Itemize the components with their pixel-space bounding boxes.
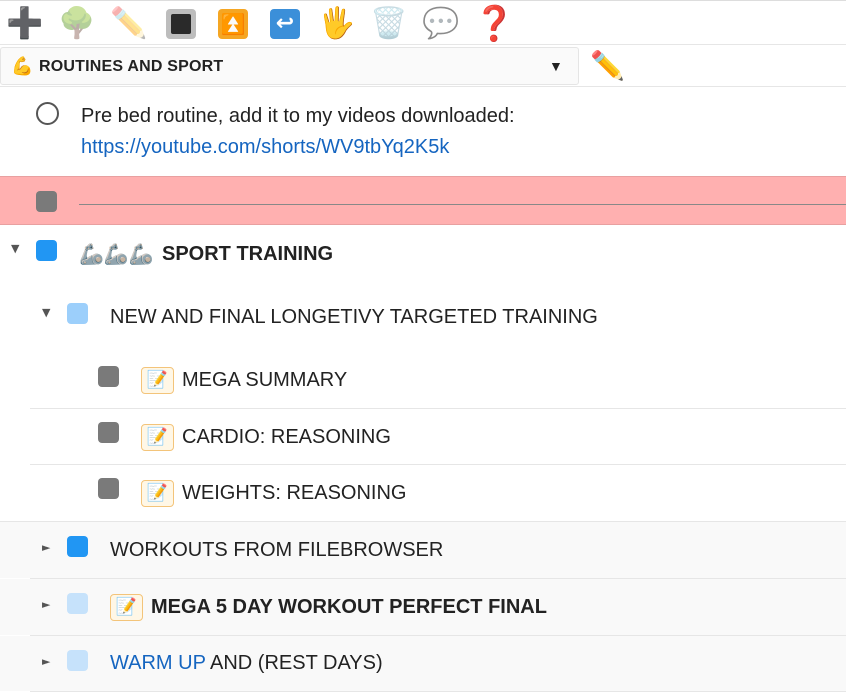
list-item-longevity-training[interactable]: ▼ NEW AND FINAL LONGETIVY TARGETED TRAIN… <box>0 282 846 345</box>
list-item-warm-up[interactable]: ► WARM UP AND (REST DAYS) <box>0 636 846 691</box>
chevron-down-icon: ▼ <box>549 58 563 74</box>
item-checkbox[interactable] <box>36 102 59 125</box>
pencil-icon[interactable]: ✏️ <box>110 5 148 43</box>
list-item-pre-bed-routine[interactable]: Pre bed routine, add it to my videos dow… <box>0 88 846 176</box>
list-selector-label: ROUTINES AND SPORT <box>39 58 224 75</box>
divider <box>30 691 846 692</box>
youtube-link[interactable]: https://youtube.com/shorts/WV9tbYq2K5k <box>81 136 449 159</box>
comment-icon[interactable]: 💬 <box>422 5 460 43</box>
edit-list-pencil-icon[interactable]: ✏️ <box>590 49 625 82</box>
item-checkbox[interactable] <box>67 303 88 324</box>
trash-icon[interactable]: 🗑️ <box>370 5 408 43</box>
item-text: MEGA SUMMARY <box>182 369 348 391</box>
item-text-rest: AND (REST DAYS) <box>205 652 383 674</box>
expand-toggle-icon[interactable]: ► <box>42 541 50 554</box>
item-text: MEGA 5 DAY WORKOUT PERFECT FINAL <box>151 596 547 618</box>
flexed-biceps-icon: 💪 <box>11 56 34 77</box>
item-text: SPORT TRAINING <box>162 243 334 265</box>
list-item-cardio-reasoning[interactable]: 📝 CARDIO: REASONING <box>0 409 846 464</box>
memo-icon: 📝 <box>110 594 143 621</box>
item-checkbox[interactable] <box>98 422 119 443</box>
item-checkbox[interactable] <box>67 593 88 614</box>
collapse-toggle-icon[interactable]: ▼ <box>11 242 19 255</box>
item-checkbox[interactable] <box>36 191 57 212</box>
list-item-mega-summary[interactable]: 📝 MEGA SUMMARY <box>0 345 846 408</box>
item-text-input-line[interactable] <box>79 204 846 205</box>
tree-icon[interactable]: 🌳 <box>58 5 96 43</box>
expand-toggle-icon[interactable]: ► <box>42 598 50 611</box>
memo-icon: 📝 <box>141 480 174 507</box>
collapse-toggle-icon[interactable]: ▼ <box>42 306 50 319</box>
warm-up-link[interactable]: WARM UP <box>110 652 206 674</box>
list-item-weights-reasoning[interactable]: 📝 WEIGHTS: REASONING <box>0 465 846 521</box>
item-checkbox[interactable] <box>67 650 88 671</box>
mechanical-arm-icon: 🦾🦾🦾 <box>79 242 154 266</box>
list-selector-row: 💪 ROUTINES AND SPORT ▼ ✏️ <box>0 45 846 87</box>
item-text: Pre bed routine, add it to my videos dow… <box>81 105 515 127</box>
item-checkbox[interactable] <box>67 536 88 557</box>
item-checkbox[interactable] <box>36 240 57 261</box>
back-arrow-icon[interactable]: ↩ <box>266 5 304 43</box>
help-icon[interactable]: ❓ <box>473 5 515 43</box>
item-text: NEW AND FINAL LONGETIVY TARGETED TRAININ… <box>110 306 598 328</box>
item-text: CARDIO: REASONING <box>182 426 391 448</box>
list-item-workouts-filebrowser[interactable]: ► WORKOUTS FROM FILEBROWSER <box>0 522 846 578</box>
item-checkbox[interactable] <box>98 366 119 387</box>
memo-icon: 📝 <box>141 424 174 451</box>
move-up-icon[interactable]: ⏫ <box>214 5 252 43</box>
stop-icon[interactable] <box>162 5 200 43</box>
item-text: WEIGHTS: REASONING <box>182 482 407 504</box>
add-icon[interactable]: ➕ <box>6 5 44 43</box>
toolbar: ➕ 🌳 ✏️ ⏫ ↩ 🖐 🗑️ 💬 ❓ <box>0 0 846 45</box>
list-item-sport-training[interactable]: ▼ 🦾🦾🦾 SPORT TRAINING <box>0 225 846 282</box>
list-selector-dropdown[interactable]: 💪 ROUTINES AND SPORT ▼ <box>0 47 579 85</box>
hand-icon[interactable]: 🖐 <box>318 5 356 43</box>
item-text: WORKOUTS FROM FILEBROWSER <box>110 539 444 561</box>
item-text: WARM UP AND (REST DAYS) <box>110 652 383 675</box>
expand-toggle-icon[interactable]: ► <box>42 655 50 668</box>
memo-icon: 📝 <box>141 367 174 394</box>
item-checkbox[interactable] <box>98 478 119 499</box>
list-item-mega-5-day-workout[interactable]: ► 📝 MEGA 5 DAY WORKOUT PERFECT FINAL <box>0 579 846 635</box>
list-item-selected-empty[interactable] <box>0 176 846 225</box>
